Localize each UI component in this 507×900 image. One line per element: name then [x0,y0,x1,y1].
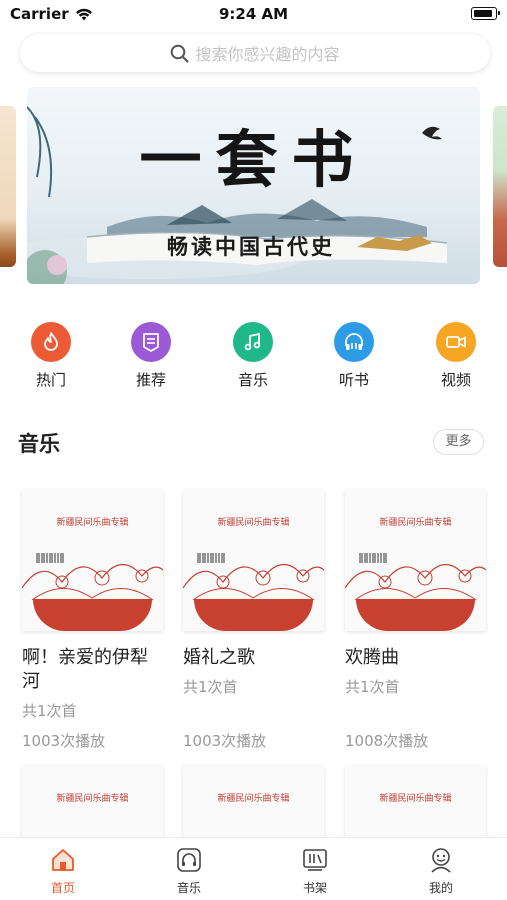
category-recommend[interactable]: 推荐 [119,320,183,390]
album-title: 婚礼之歌 [183,647,255,668]
tab-home-label: 首页 [50,881,75,895]
more-button[interactable]: 更多 [433,429,484,455]
banner-subtitle: 畅读中国古代史 [167,234,335,259]
tab-bar: 首页 音乐 书架 我的 [0,837,507,900]
category-video-label: 视频 [440,371,471,389]
album-cover-title: 新疆民间乐曲专辑 [379,794,452,804]
album-track-count: 共1次首 [22,702,77,720]
category-music-label: 音乐 [237,371,268,389]
category-video[interactable]: 视频 [424,320,488,390]
search-bar[interactable]: 搜索你感兴趣的内容 [20,34,490,72]
tab-bookshelf[interactable]: 书架 [285,846,345,896]
home-icon [49,846,77,874]
tab-home[interactable]: 首页 [33,846,93,896]
flame-icon [31,322,71,362]
status-time: 9:24 AM [218,5,289,23]
album-card[interactable]: 新疆民间乐曲专辑 啊！亲爱的伊犁河 共1次首 1003次播放 [22,490,163,751]
tab-profile[interactable]: 我的 [411,846,471,896]
album-cover: 新疆民间乐曲专辑 [345,490,486,631]
search-icon [171,44,190,63]
album-cover-title: 新疆民间乐曲专辑 [56,794,129,804]
album-cover-title: 新疆民间乐曲专辑 [217,794,290,804]
profile-icon [427,846,455,874]
status-bar: Carrier 9:24 AM [0,0,507,28]
tab-profile-label: 我的 [428,881,453,895]
category-row: 热门 推荐 音乐 听书 视频 [0,320,507,392]
album-cover-title: 新疆民间乐曲专辑 [217,518,290,528]
battery-icon [471,7,500,20]
album-card[interactable]: 新疆民间乐曲专辑 欢腾曲 共1次首 1008次播放 [345,490,486,751]
headphones-icon [334,322,374,362]
section-title: 音乐 [18,432,60,456]
banner-prev-peek[interactable] [0,106,16,267]
banner-next-peek[interactable] [493,106,507,267]
bookshelf-icon [301,846,329,874]
banner-title: 一套书 [139,123,368,196]
album-cover-bowl [33,599,152,631]
album-play-count: 1008次播放 [345,732,429,750]
album-play-count: 1003次播放 [22,732,106,750]
album-cover-bowl [194,599,313,631]
album-track-count: 共1次首 [345,678,400,696]
album-title: 欢腾曲 [345,647,399,668]
album-cover-title: 新疆民间乐曲专辑 [56,518,129,528]
album-play-count: 1003次播放 [183,732,267,750]
album-card[interactable]: 新疆民间乐曲专辑 婚礼之歌 共1次首 1003次播放 [183,490,324,751]
video-camera-icon [436,322,476,362]
album-cover-bowl [356,599,475,631]
album-cover: 新疆民间乐曲专辑 [22,490,163,631]
album-title: 啊！亲爱的伊犁河 [22,647,148,692]
search-placeholder: 搜索你感兴趣的内容 [195,45,340,64]
tab-music[interactable]: 音乐 [159,846,219,896]
music-note-icon [233,322,273,362]
category-recommend-label: 推荐 [135,371,166,389]
album-cover-title: 新疆民间乐曲专辑 [379,518,452,528]
music-tab-icon [175,846,203,874]
album-cover: 新疆民间乐曲专辑 [183,490,324,631]
tab-bookshelf-label: 书架 [302,881,327,895]
category-audiobook-label: 听书 [338,371,369,389]
category-hot[interactable]: 热门 [19,320,83,390]
category-music[interactable]: 音乐 [221,320,285,390]
category-hot-label: 热门 [35,371,66,389]
tab-music-label: 音乐 [176,881,201,895]
banner-slide[interactable]: 一套书 畅读中国古代史 [27,87,480,284]
album-track-count: 共1次首 [183,678,238,696]
category-audiobook[interactable]: 听书 [322,320,386,390]
recommend-icon [131,322,171,362]
